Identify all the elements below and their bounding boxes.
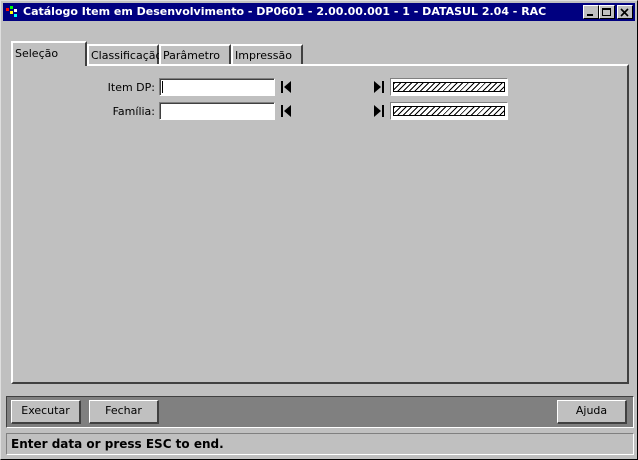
ajuda-button[interactable]: Ajuda (557, 400, 627, 424)
app-icon (6, 6, 17, 17)
tab-label: Seleção (15, 47, 59, 60)
minimize-button[interactable] (583, 5, 599, 19)
tab-selecao[interactable]: Seleção (11, 41, 87, 66)
range-last-icon[interactable] (372, 80, 386, 94)
range-first-icon[interactable] (279, 80, 293, 94)
button-bar: Executar Fechar Ajuda (6, 396, 634, 428)
familia-start-input[interactable] (159, 102, 275, 120)
close-icon (620, 8, 629, 17)
item-dp-label: Item DP: (107, 81, 155, 94)
item-dp-end-input[interactable] (390, 78, 508, 96)
disabled-hatch (393, 82, 505, 92)
title-bar[interactable]: Catálogo Item em Desenvolvimento - DP060… (3, 3, 635, 21)
familia-end-input[interactable] (390, 102, 508, 120)
tab-impressao[interactable]: Impressão (231, 44, 303, 64)
window-title: Catálogo Item em Desenvolvimento - DP060… (23, 5, 547, 18)
disabled-hatch (393, 106, 505, 116)
minimize-icon (587, 14, 593, 16)
tab-label: Impressão (235, 49, 292, 62)
text-caret (162, 81, 163, 93)
maximize-icon (602, 8, 611, 16)
fechar-button[interactable]: Fechar (89, 400, 159, 424)
close-button[interactable] (617, 5, 633, 19)
status-bar: Enter data or press ESC to end. (6, 433, 634, 455)
range-first-icon[interactable] (279, 104, 293, 118)
range-last-icon[interactable] (372, 104, 386, 118)
tab-parametro[interactable]: Parâmetro (159, 44, 231, 64)
executar-button[interactable]: Executar (11, 400, 81, 424)
tab-classificacao[interactable]: Classificação (87, 44, 163, 64)
item-dp-start-input[interactable] (159, 78, 275, 96)
tab-label: Parâmetro (163, 49, 220, 62)
tab-label: Classificação (91, 49, 163, 62)
familia-label: Família: (112, 105, 155, 118)
app-window: Catálogo Item em Desenvolvimento - DP060… (0, 0, 638, 460)
maximize-button[interactable] (599, 5, 615, 19)
